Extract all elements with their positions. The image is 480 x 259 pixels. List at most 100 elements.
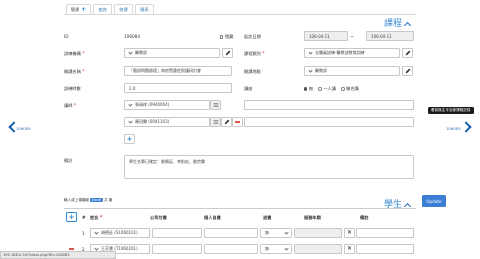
remove-lecturer-2-button[interactable] xyxy=(232,117,243,127)
col-name-text: 姓名 xyxy=(90,215,99,220)
remark-input[interactable] xyxy=(356,244,414,254)
hidden-checkbox[interactable]: 隱藏 xyxy=(220,34,233,40)
radio-icon xyxy=(318,87,322,91)
tab-enroll-label: 修課 xyxy=(119,6,128,12)
add-lecturer-button[interactable]: + xyxy=(124,134,135,144)
org-select[interactable]: 醫教部 xyxy=(124,48,220,58)
edit-lecturer-2-button[interactable] xyxy=(221,117,232,127)
clear-service-years-button[interactable]: ✕ xyxy=(344,228,355,238)
company-paid-input[interactable] xyxy=(152,244,202,254)
lecturer-1-extra-input[interactable] xyxy=(244,100,414,110)
radio-icon xyxy=(341,87,345,91)
lecturer-select-2[interactable]: 陳冠霖 (0041103) xyxy=(124,117,210,127)
required-icon: * xyxy=(82,69,85,75)
lecturer-1-menu-button[interactable] xyxy=(210,100,221,110)
service-years-field[interactable] xyxy=(294,244,342,254)
hours-input[interactable]: 2.0 xyxy=(124,83,232,93)
edit-org-button[interactable] xyxy=(222,48,233,58)
pencil-icon xyxy=(224,119,229,125)
date-separator: ~ xyxy=(350,34,354,39)
students-divider xyxy=(64,208,416,209)
list-icon xyxy=(213,120,218,124)
refund-value: 無 xyxy=(265,230,269,235)
next-course-link[interactable]: 106083 xyxy=(446,126,461,131)
clear-service-years-button[interactable]: ✕ xyxy=(344,244,355,254)
edit-venue-button[interactable] xyxy=(402,66,413,76)
tab-new-course[interactable]: 簡課 + xyxy=(66,4,91,14)
refund-select[interactable]: 無 xyxy=(260,244,292,254)
col-name: 姓名 * xyxy=(90,215,102,221)
mode-radio-group: 無 一人講 聯合講 xyxy=(304,86,359,92)
mode-label: 講座 xyxy=(244,86,253,91)
company-paid-input[interactable] xyxy=(152,228,202,238)
chevron-down-icon xyxy=(284,230,289,235)
id-value: 106084 xyxy=(124,34,140,39)
note-label: 備註 xyxy=(64,158,73,163)
lecturer-select-1[interactable]: 張瑞祥 (0940004) xyxy=(124,100,210,110)
add-student-button[interactable]: + xyxy=(66,212,77,222)
category-select[interactable]: 全職員訓練-醫教部教育訓練 xyxy=(304,48,400,58)
note-textarea[interactable]: 學生名單已確定：劉姵廷、李柏宏、劉宗霖 xyxy=(124,155,414,179)
refund-value: 無 xyxy=(265,246,269,251)
update-button[interactable]: Update xyxy=(422,195,446,207)
prev-course-link[interactable]: 106085 xyxy=(16,126,31,131)
tab-summary-label: 簡表 xyxy=(140,6,149,12)
chevron-down-icon xyxy=(94,246,99,251)
category-label-text: 課程類別 xyxy=(244,51,261,56)
lecturer-2-menu-button[interactable] xyxy=(210,117,221,127)
service-years-field[interactable] xyxy=(294,228,342,238)
hours-label: 訓練時數 xyxy=(64,86,81,91)
tab-new-course-label: 簡課 xyxy=(70,6,80,12)
org-label: 訓練機構 * xyxy=(64,51,85,57)
minus-icon xyxy=(69,248,74,250)
collapse-up-icon[interactable] xyxy=(403,21,412,30)
edit-category-button[interactable] xyxy=(402,48,413,58)
col-refund: 退費 xyxy=(263,215,272,220)
table-row xyxy=(72,229,77,230)
venue-select[interactable]: 醫教部 xyxy=(304,66,400,76)
tab-summary[interactable]: 簡表 xyxy=(135,4,154,14)
chevron-down-icon xyxy=(308,68,313,73)
topic-input[interactable]: 「腦部問題處理」病房暨重症照護研討會 xyxy=(124,66,232,76)
student-name-select[interactable]: 胡德廷 (S1060101) xyxy=(90,228,150,238)
self-paid-input[interactable] xyxy=(204,228,258,238)
lecturer-2-extra-input[interactable] xyxy=(244,117,414,127)
next-course-tooltip: 看前後生平全部課程記錄 xyxy=(428,107,474,114)
tab-enroll[interactable]: 修課 xyxy=(114,4,133,14)
tab-search[interactable]: 查詢 xyxy=(93,4,112,14)
date-label: 起訖日期 xyxy=(244,34,261,39)
required-icon: * xyxy=(82,51,85,57)
venue-label: 開課地點 xyxy=(244,69,261,74)
required-icon: * xyxy=(73,103,77,109)
remark-input[interactable] xyxy=(356,228,414,238)
chevron-down-icon xyxy=(284,246,289,251)
id-label: ID xyxy=(64,34,69,39)
chevron-down-icon xyxy=(308,50,313,55)
venue-select-value: 醫教部 xyxy=(315,68,327,73)
col-index: # xyxy=(82,215,86,220)
plus-icon: + xyxy=(126,134,133,143)
excel-upload-button[interactable]: Excel xyxy=(90,198,103,202)
self-paid-input[interactable] xyxy=(204,244,258,254)
chevron-down-icon xyxy=(94,230,99,235)
mode-option-none-label: 無 xyxy=(308,86,314,91)
topic-label: 開課名稱 * xyxy=(64,69,85,75)
plus-icon: + xyxy=(81,5,87,13)
date-end-field[interactable]: 106-04-11 xyxy=(366,31,414,41)
upload-hint: 輸入或上傳檔案 Excel 共 筆 xyxy=(64,198,112,203)
mode-option-joint[interactable]: 聯合講 xyxy=(341,86,359,91)
next-course-arrow-icon[interactable] xyxy=(460,121,472,133)
date-start-field[interactable]: 106-04-11 xyxy=(304,31,348,41)
row-index: 1 xyxy=(82,231,85,236)
mode-option-single[interactable]: 一人講 xyxy=(318,86,336,91)
chevron-down-icon xyxy=(128,102,133,107)
category-select-value: 全職員訓練-醫教部教育訓練 xyxy=(315,50,365,55)
pencil-icon xyxy=(225,50,230,56)
lecturer-label: 講師 * xyxy=(64,103,76,109)
checkbox-icon[interactable] xyxy=(220,35,224,39)
mode-option-single-label: 一人講 xyxy=(323,86,336,91)
chevron-down-icon xyxy=(128,119,133,124)
refund-select[interactable]: 無 xyxy=(260,228,292,238)
mode-option-none[interactable]: 無 xyxy=(304,86,313,91)
status-bar-url: 192.168.0.33/?class.php?ID=106083 xyxy=(0,251,116,259)
